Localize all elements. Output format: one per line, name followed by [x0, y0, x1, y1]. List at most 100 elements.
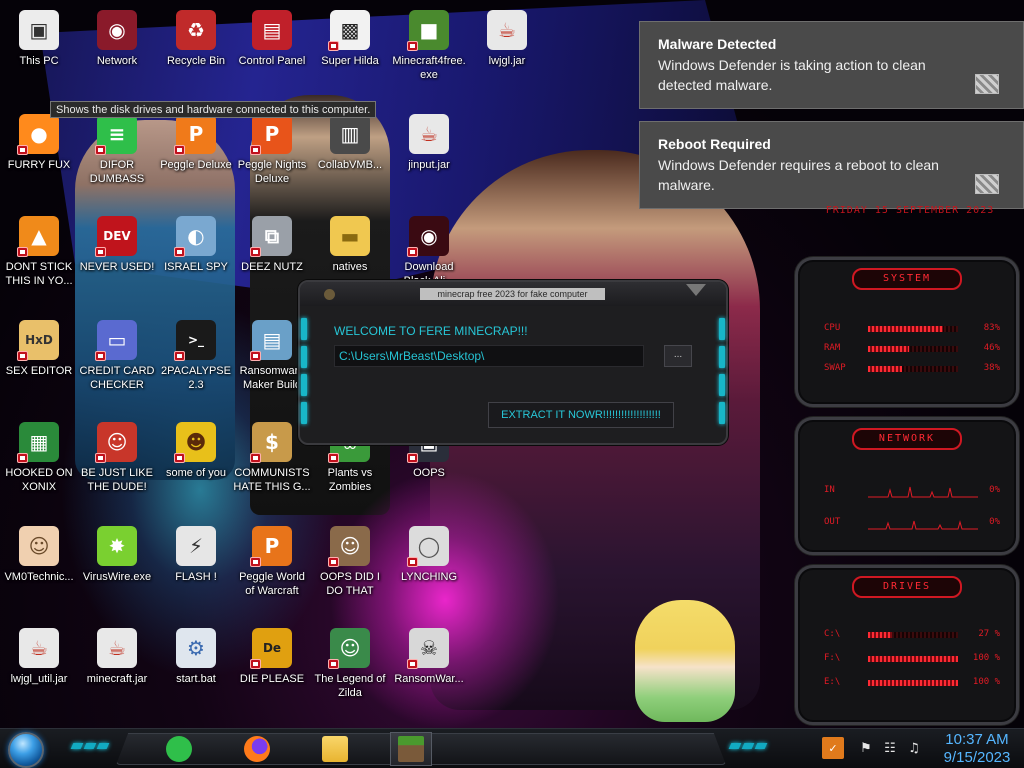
desktop-icon-label: OOPS DID I DO THAT — [320, 571, 380, 597]
desktop-icon[interactable]: ☺ OOPS DID I DO THAT — [311, 522, 389, 598]
notification-title: Malware Detected — [658, 36, 777, 52]
system-monitor-gadget: FRIDAY 15 SEPTEMBER 2023 SYSTEM CPU 83% … — [795, 205, 1019, 725]
desktop-icon[interactable]: ▤ Control Panel — [233, 6, 311, 68]
desktop-icon[interactable]: ▩ Super Hilda — [311, 6, 389, 68]
gear-batch-icon: ⚙ — [176, 628, 216, 668]
desktop-icon[interactable]: ⚡ FLASH ! — [157, 522, 235, 584]
taskbar-minecraft-extractor[interactable] — [390, 732, 432, 766]
skull-icon: ☠ — [407, 628, 449, 669]
desktop-icon[interactable]: ▬ natives — [311, 212, 389, 274]
desktop-icon[interactable]: ◯ LYNCHING — [390, 522, 468, 584]
taskbar-firefox[interactable] — [236, 732, 278, 766]
grass-block-icon: ■ — [407, 10, 449, 51]
shortcut-badge-icon — [250, 247, 261, 257]
dev-cpp-icon: DEV — [95, 216, 137, 257]
extract-button[interactable]: EXTRACT IT NOWR!!!!!!!!!!!!!!!!!!! — [488, 402, 674, 428]
desktop-icon[interactable]: ■ Minecraft4free.exe — [390, 6, 468, 82]
desktop-icon[interactable]: ◐ ISRAEL SPY — [157, 212, 235, 274]
close-icon[interactable] — [686, 284, 706, 296]
grass-block-icon — [398, 736, 424, 762]
ram-bar — [868, 346, 958, 352]
discord-chat-icon: ≡ — [95, 114, 137, 155]
drive-e-label: E:\ — [824, 677, 841, 687]
desktop-icon[interactable]: ▭ CREDIT CARD CHECKER — [78, 316, 156, 392]
desktop-icon[interactable]: ◉ Network — [78, 6, 156, 68]
desktop-icon-label: RansomWar... — [394, 673, 464, 685]
beaver-icon: ☻ — [174, 422, 216, 463]
java-icon: ☕ — [97, 628, 137, 668]
shortcut-badge-icon — [17, 351, 28, 361]
notification-body: Windows Defender requires a reboot to cl… — [658, 157, 939, 193]
ram-row: RAM 46% — [824, 342, 1000, 356]
desktop-icon[interactable]: ☺ VM0Technic... — [0, 522, 78, 584]
desktop-icon[interactable]: ☕ minecraft.jar — [78, 624, 156, 686]
portrait-icon: ☺ — [328, 526, 370, 567]
malware-detected-notification[interactable]: Malware Detected Windows Defender is tak… — [639, 21, 1024, 109]
start-button[interactable] — [8, 732, 44, 768]
desktop-icon-label: Peggle Nights Deluxe — [237, 159, 307, 185]
desktop-icon-label: Plants vs Zombies — [327, 467, 373, 493]
wallpaper-cartoon-girl — [635, 600, 735, 722]
desktop-icon-label: Minecraft4free.exe — [392, 55, 466, 81]
welcome-text: WELCOME TO FERE MINECRAP!!! — [334, 324, 528, 338]
net-in-value: 0% — [989, 485, 1000, 495]
desktop-icon[interactable]: P Peggle Nights Deluxe — [233, 110, 311, 186]
desktop-icon[interactable]: ☕ lwjgl.jar — [468, 6, 546, 68]
browse-button[interactable]: ... — [664, 345, 692, 367]
desktop-icon[interactable]: P Peggle Deluxe — [157, 110, 235, 172]
desktop-icon[interactable]: ⚙ start.bat — [157, 624, 235, 686]
minecrap-extractor-window[interactable]: minecrap free 2023 for fake computer WEL… — [298, 280, 728, 445]
desktop-icon[interactable]: ▥ CollabVMB... — [311, 110, 389, 172]
desktop-icon[interactable]: ☺ BE JUST LIKE THE DUDE! — [78, 418, 156, 494]
net-out-label: OUT — [824, 517, 841, 527]
destination-path-field[interactable]: C:\Users\MrBeast\Desktop\ — [334, 345, 644, 367]
taskbar-file-explorer[interactable] — [314, 732, 356, 766]
cpu-bar-fill — [868, 326, 943, 332]
desktop-icon[interactable]: HxD SEX EDITOR — [0, 316, 78, 378]
notification-flag-icon[interactable]: ⚑ — [856, 737, 876, 759]
desktop-icon[interactable]: ≡ DIFOR DUMBASS — [78, 110, 156, 186]
desktop-icon[interactable]: ☺ The Legend of Zilda — [311, 624, 389, 700]
desktop-icon[interactable]: ▲ DONT STICK THIS IN YO... — [0, 212, 78, 288]
desktop-icon-label: The Legend of Zilda — [314, 673, 386, 699]
right-accent-rail — [717, 312, 727, 432]
taskbar-accent-left — [70, 743, 110, 751]
network-icon[interactable]: ☷ — [880, 737, 900, 759]
lime-icon: ✸ — [97, 526, 137, 566]
shortcut-badge-icon — [407, 247, 418, 257]
taskbar-clock[interactable]: 10:37 AM 9/15/2023 — [936, 731, 1018, 767]
desktop-icon[interactable]: ▦ HOOKED ON XONIX — [0, 418, 78, 494]
shortcut-badge-icon — [407, 41, 418, 51]
extractor-title: minecrap free 2023 for fake computer — [420, 288, 605, 300]
desktop-icon[interactable]: ⧉ DEEZ NUTZ — [233, 212, 311, 274]
desktop-icon[interactable]: >_ 2PACALYPSE 2.3 — [157, 316, 235, 392]
system-panel: SYSTEM CPU 83% RAM 46% SWAP 38% — [795, 257, 1019, 407]
desktop-icon[interactable]: ▣ This PC — [0, 6, 78, 68]
desktop-icon[interactable]: ● FURRY FUX — [0, 110, 78, 172]
desktop-icon[interactable]: ☕ jinput.jar — [390, 110, 468, 172]
folder-icon — [322, 736, 348, 762]
net-in-row: IN 0% — [824, 484, 1000, 498]
noose-icon: ◯ — [407, 526, 449, 567]
desktop-icon[interactable]: De DIE PLEASE — [233, 624, 311, 686]
extractor-titlebar[interactable]: minecrap free 2023 for fake computer — [300, 282, 726, 306]
desktop-icon[interactable]: ♻ Recycle Bin — [157, 6, 235, 68]
speaker-icon[interactable]: ♫ — [904, 737, 924, 759]
net-out-graph — [868, 520, 978, 530]
taskbar-accent-right — [728, 743, 768, 751]
desktop-icon-label: ISRAEL SPY — [164, 261, 228, 273]
net-in-label: IN — [824, 485, 835, 495]
desktop-icon[interactable]: ☕ lwjgl_util.jar — [0, 624, 78, 686]
desktop-icon[interactable]: ☻ some of you — [157, 418, 235, 480]
shortcut-badge-icon — [407, 557, 418, 567]
desktop-icon[interactable]: DEV NEVER USED! — [78, 212, 156, 274]
desktop-icon[interactable]: ◉Download Black Ali... — [390, 212, 468, 288]
taskbar-chat-app[interactable] — [158, 732, 200, 766]
shortcut-badge-icon — [250, 145, 261, 155]
desktop-icon[interactable]: ☠ RansomWar... — [390, 624, 468, 686]
tray-app-icon[interactable]: ✓ — [822, 737, 844, 759]
desktop-icon[interactable]: P Peggle World of Warcraft — [233, 522, 311, 598]
desktop-icon[interactable]: ✸ VirusWire.exe — [78, 522, 156, 584]
card-window-icon: ▭ — [95, 320, 137, 361]
reboot-required-notification[interactable]: Reboot Required Windows Defender require… — [639, 121, 1024, 209]
